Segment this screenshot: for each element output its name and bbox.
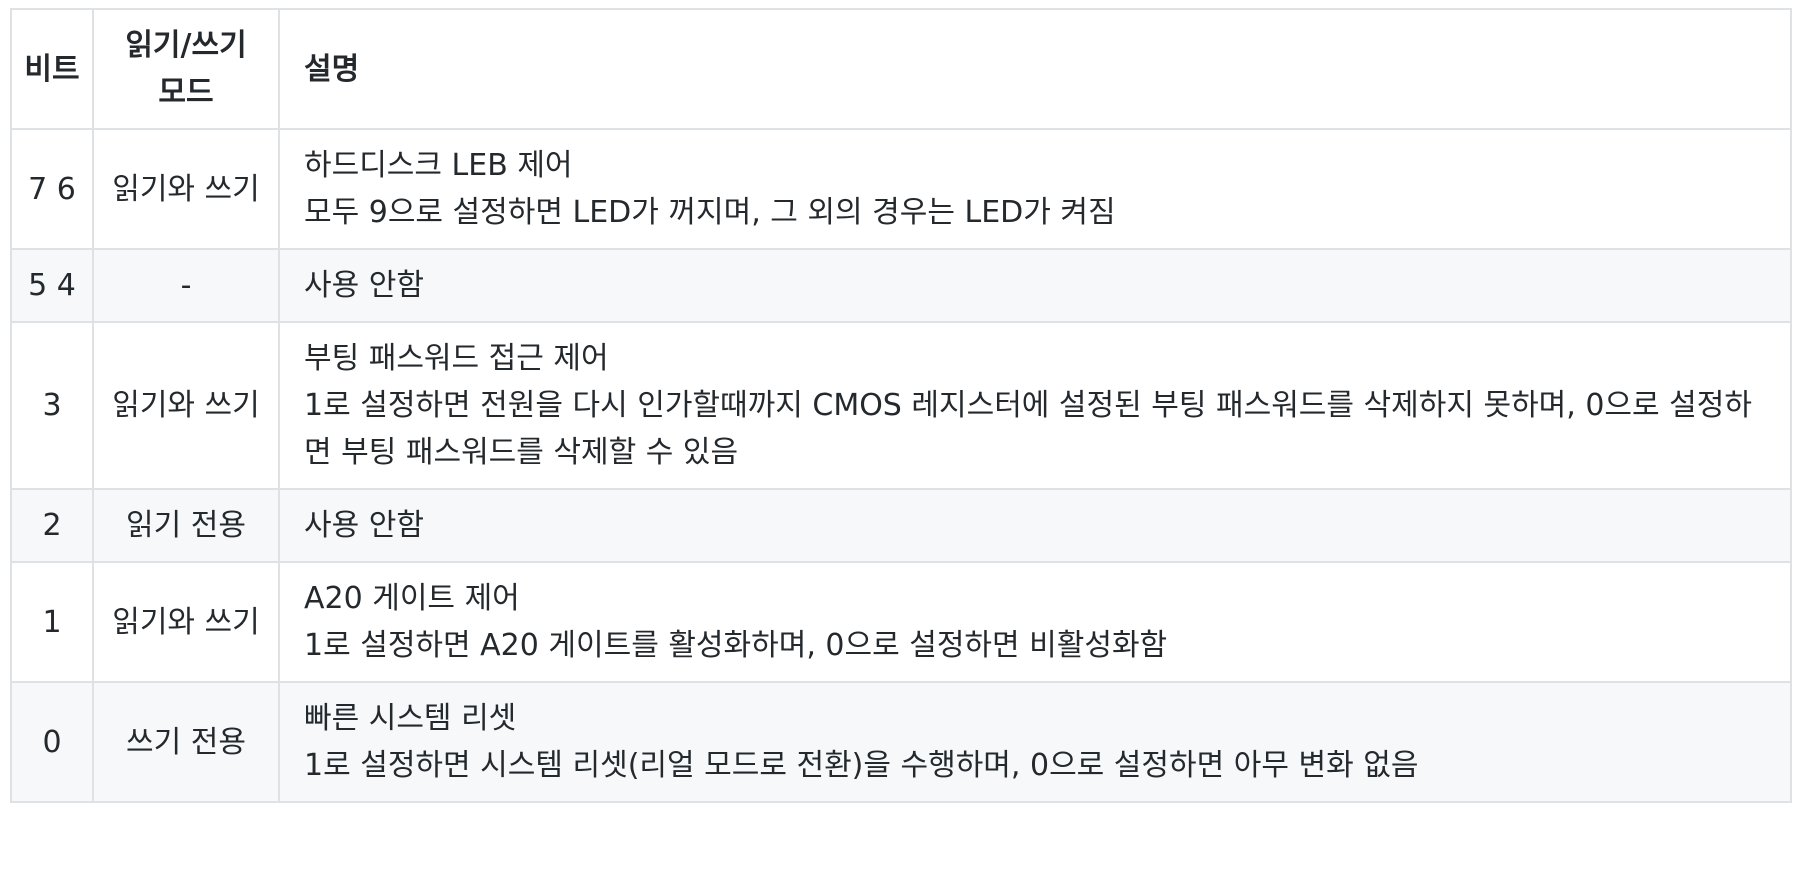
description-title: 빠른 시스템 리셋 <box>304 701 517 736</box>
mode-cell: 읽기와 쓰기 <box>92 561 280 683</box>
description-detail: 1로 설정하면 A20 게이트를 활성화하며, 0으로 설정하면 비활성화함 <box>304 628 1168 663</box>
description-title: 사용 안함 <box>304 508 424 543</box>
header-row: 비트 읽기/쓰기 모드 설명 <box>10 8 1792 130</box>
description-title: 부팅 패스워드 접근 제어 <box>304 341 609 376</box>
description-title: 사용 안함 <box>304 268 424 303</box>
table-container: 비트 읽기/쓰기 모드 설명 7 6 읽기와 쓰기 하드디스크 LEB 제어 모… <box>10 8 1792 803</box>
description-cell: A20 게이트 제어 1로 설정하면 A20 게이트를 활성화하며, 0으로 설… <box>278 561 1792 683</box>
mode-cell: 쓰기 전용 <box>92 681 280 803</box>
table-row: 2 읽기 전용 사용 안함 <box>10 488 1792 563</box>
table-row: 3 읽기와 쓰기 부팅 패스워드 접근 제어 1로 설정하면 전원을 다시 인가… <box>10 321 1792 490</box>
description-title: 하드디스크 LEB 제어 <box>304 148 573 183</box>
bit-cell: 7 6 <box>10 128 94 250</box>
description-detail: 1로 설정하면 시스템 리셋(리얼 모드로 전환)을 수행하며, 0으로 설정하… <box>304 748 1419 783</box>
register-bit-table: 비트 읽기/쓰기 모드 설명 7 6 읽기와 쓰기 하드디스크 LEB 제어 모… <box>10 8 1792 803</box>
mode-cell: - <box>92 248 280 323</box>
bit-cell: 0 <box>10 681 94 803</box>
description-cell: 사용 안함 <box>278 488 1792 563</box>
table-row: 0 쓰기 전용 빠른 시스템 리셋 1로 설정하면 시스템 리셋(리얼 모드로 … <box>10 681 1792 803</box>
bit-cell: 1 <box>10 561 94 683</box>
table-row: 7 6 읽기와 쓰기 하드디스크 LEB 제어 모두 9으로 설정하면 LED가… <box>10 128 1792 250</box>
bit-cell: 2 <box>10 488 94 563</box>
description-cell: 하드디스크 LEB 제어 모두 9으로 설정하면 LED가 꺼지며, 그 외의 … <box>278 128 1792 250</box>
bit-cell: 3 <box>10 321 94 490</box>
table-header: 비트 읽기/쓰기 모드 설명 <box>10 8 1792 130</box>
description-cell: 빠른 시스템 리셋 1로 설정하면 시스템 리셋(리얼 모드로 전환)을 수행하… <box>278 681 1792 803</box>
description-detail: 모두 9으로 설정하면 LED가 꺼지며, 그 외의 경우는 LED가 켜짐 <box>304 195 1116 230</box>
table-row: 5 4 - 사용 안함 <box>10 248 1792 323</box>
bit-cell: 5 4 <box>10 248 94 323</box>
header-mode: 읽기/쓰기 모드 <box>92 8 280 130</box>
table-row: 1 읽기와 쓰기 A20 게이트 제어 1로 설정하면 A20 게이트를 활성화… <box>10 561 1792 683</box>
mode-cell: 읽기와 쓰기 <box>92 128 280 250</box>
description-cell: 사용 안함 <box>278 248 1792 323</box>
mode-cell: 읽기와 쓰기 <box>92 321 280 490</box>
header-bit: 비트 <box>10 8 94 130</box>
description-detail: 1로 설정하면 전원을 다시 인가할때까지 CMOS 레지스터에 설정된 부팅 … <box>304 388 1752 470</box>
description-cell: 부팅 패스워드 접근 제어 1로 설정하면 전원을 다시 인가할때까지 CMOS… <box>278 321 1792 490</box>
mode-cell: 읽기 전용 <box>92 488 280 563</box>
table-body: 7 6 읽기와 쓰기 하드디스크 LEB 제어 모두 9으로 설정하면 LED가… <box>10 128 1792 803</box>
description-title: A20 게이트 제어 <box>304 581 520 616</box>
header-description: 설명 <box>278 8 1792 130</box>
